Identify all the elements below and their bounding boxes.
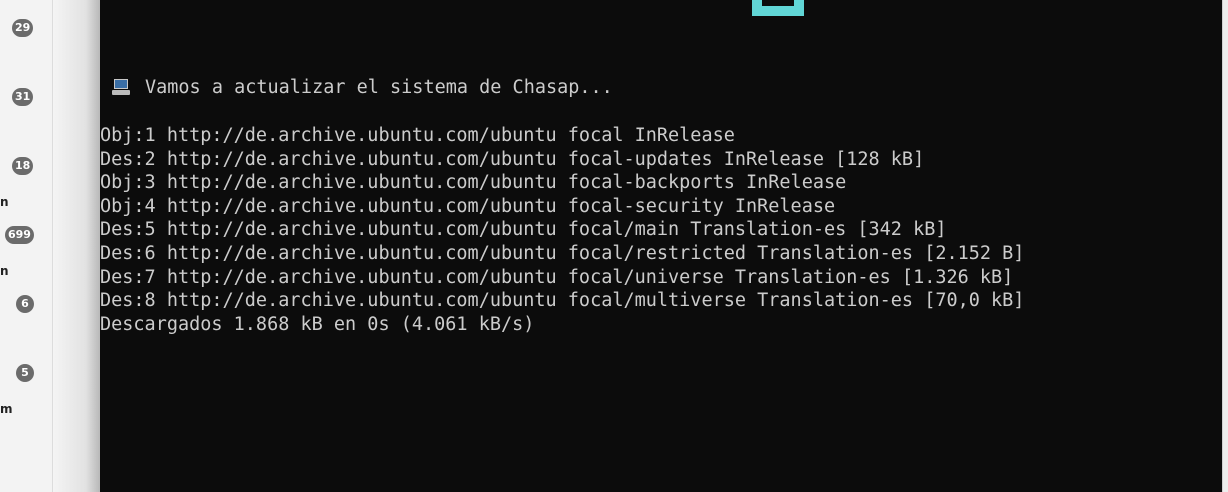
terminal-line: Obj:4 http://de.archive.ubuntu.com/ubunt… xyxy=(100,195,836,217)
vertical-scrollbar[interactable] xyxy=(1222,0,1228,492)
header-text: Vamos a actualizar el sistema de Chasap.… xyxy=(145,77,613,98)
terminal-line: Des:7 http://de.archive.ubuntu.com/ubunt… xyxy=(100,266,1014,288)
count-badge[interactable]: 31 xyxy=(12,88,34,106)
truncated-label: n xyxy=(0,195,9,209)
sidebar-panel: 29 31 18 n 699 n 6 5 m xyxy=(0,0,53,492)
terminal-window[interactable]: Vamos a actualizar el sistema de Chasap.… xyxy=(100,0,1222,492)
count-badge[interactable]: 18 xyxy=(12,157,34,175)
count-badge[interactable]: 29 xyxy=(12,19,34,37)
terminal-line: Descargados 1.868 kB en 0s (4.061 kB/s) xyxy=(100,313,535,335)
count-badge[interactable]: 5 xyxy=(16,364,34,382)
update-header: Vamos a actualizar el sistema de Chasap.… xyxy=(112,76,613,100)
truncated-label: m xyxy=(0,402,13,416)
terminal-line: Des:2 http://de.archive.ubuntu.com/ubunt… xyxy=(100,148,925,170)
window-shadow-gutter xyxy=(53,0,100,492)
truncated-label: n xyxy=(0,264,9,278)
ascii-art-fragment xyxy=(752,0,808,16)
terminal-line: Des:6 http://de.archive.ubuntu.com/ubunt… xyxy=(100,243,1025,264)
count-badge[interactable]: 6 xyxy=(16,295,34,313)
terminal-line: Des:8 http://de.archive.ubuntu.com/ubunt… xyxy=(100,290,1025,312)
computer-icon xyxy=(112,78,130,96)
terminal-line: Obj:1 http://de.archive.ubuntu.com/ubunt… xyxy=(100,125,735,146)
terminal-line: Des:5 http://de.archive.ubuntu.com/ubunt… xyxy=(100,219,947,241)
terminal-line: Obj:3 http://de.archive.ubuntu.com/ubunt… xyxy=(100,172,847,194)
count-badge[interactable]: 699 xyxy=(5,226,34,244)
